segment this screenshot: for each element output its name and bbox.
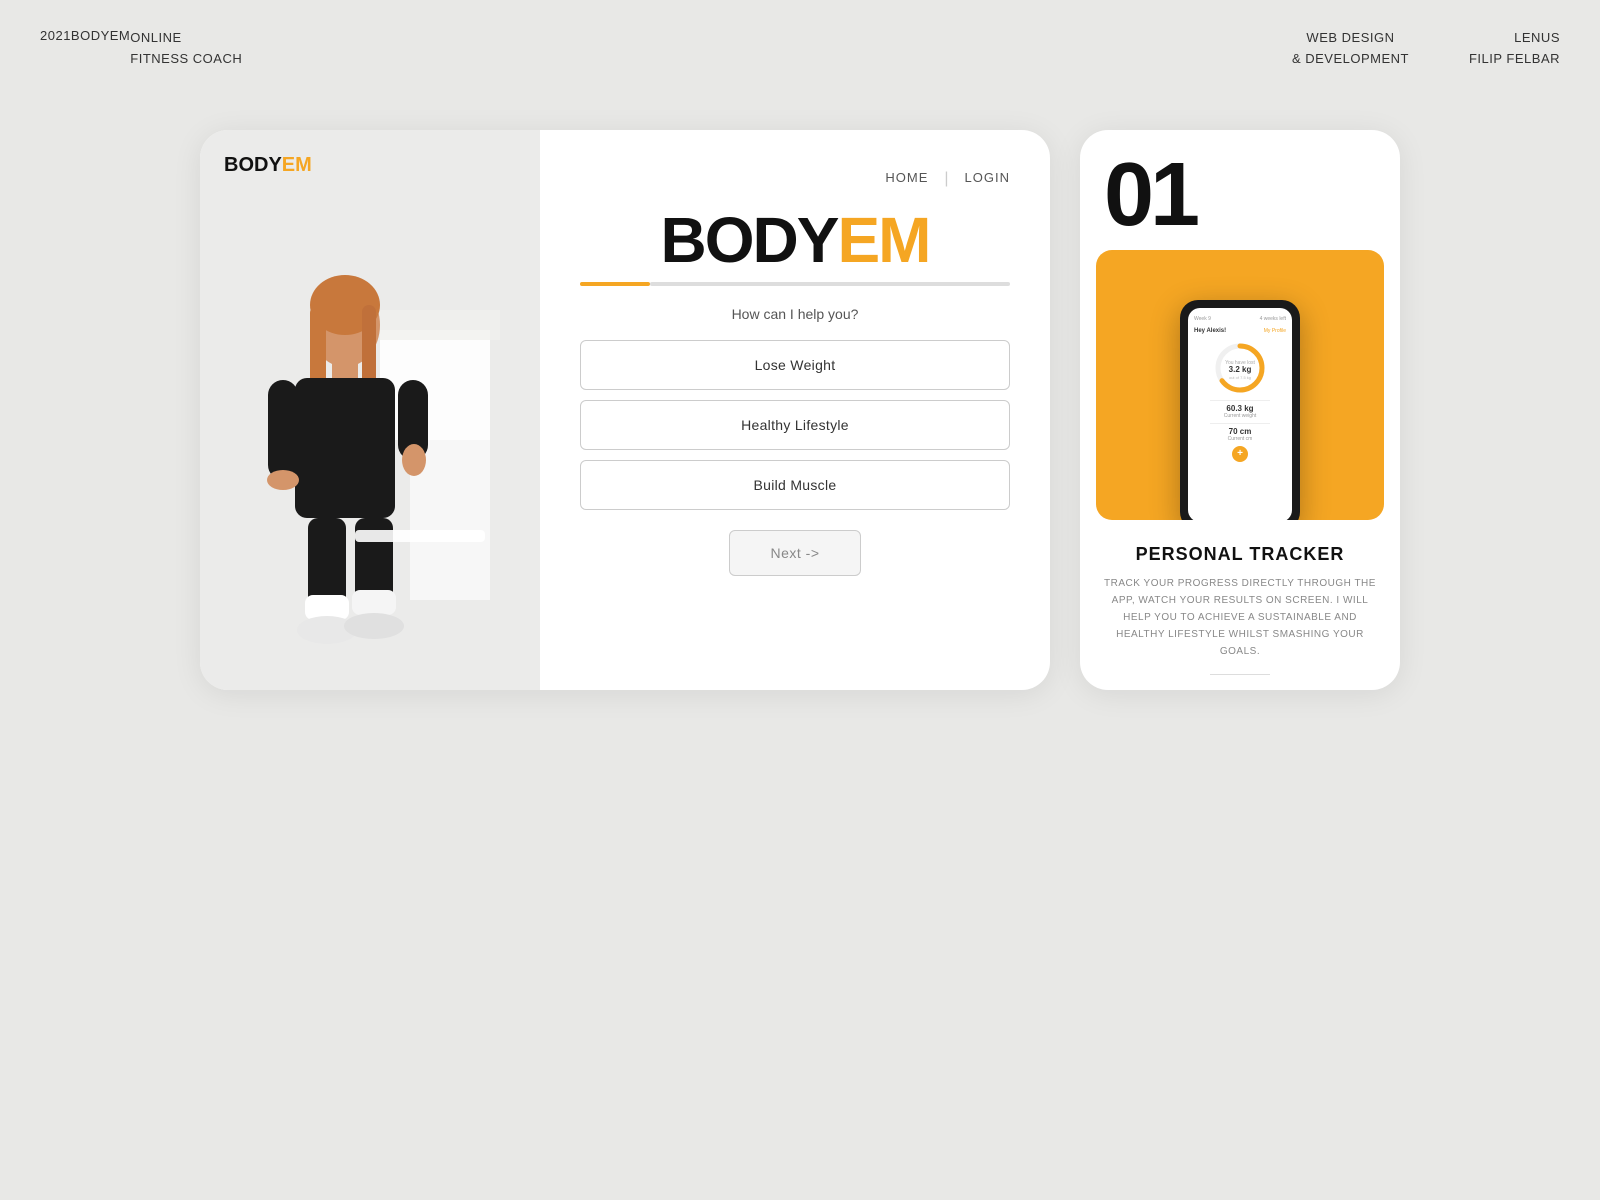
tracker-description: TRACK YOUR PROGRESS DIRECTLY THROUGH THE… (1100, 575, 1380, 660)
main-brand-logo: BODY EM (661, 208, 930, 272)
tracker-title: PERSONAL TRACKER (1100, 544, 1380, 565)
svg-text:3.2 kg: 3.2 kg (1229, 365, 1252, 374)
home-link[interactable]: HOME (885, 170, 928, 188)
phone-divider-2 (1210, 423, 1270, 424)
tracker-body: PERSONAL TRACKER TRACK YOUR PROGRESS DIR… (1080, 530, 1400, 690)
logo-underline (580, 282, 1010, 286)
nav-subtitle: ONLINE FITNESS COACH (130, 28, 242, 70)
fitness-person-image (200, 130, 540, 690)
nav-author: LENUS FILIP FELBAR (1469, 28, 1560, 70)
svg-text:out of 7.5 kg: out of 7.5 kg (1229, 375, 1251, 380)
phone-greeting: Hey Alexis! (1194, 328, 1226, 334)
option-build-muscle[interactable]: Build Muscle (580, 460, 1010, 510)
small-brand-logo: BODY EM (224, 154, 312, 177)
phone-profile-link[interactable]: My Profile (1264, 328, 1286, 336)
phone-weight-stat: 60.3 kg Current weight (1194, 404, 1286, 419)
form-question: How can I help you? (732, 306, 859, 322)
tracker-divider (1210, 674, 1270, 675)
login-link[interactable]: LOGIN (965, 170, 1010, 188)
option-healthy-lifestyle[interactable]: Healthy Lifestyle (580, 400, 1010, 450)
underline-gray (650, 282, 1010, 286)
tracker-phone-section: Week 9 4 weeks left Hey Alexis! My Profi… (1096, 250, 1384, 520)
phone-mockup: Week 9 4 weeks left Hey Alexis! My Profi… (1180, 300, 1300, 520)
nav-year: 2021 (40, 28, 71, 43)
app-mockup-card: BODY EM HOME | LOGIN BODY EM How can I (200, 130, 1050, 690)
personal-tracker-card: 01 Week 9 4 weeks left Hey Alexis! My Pr… (1080, 130, 1400, 690)
main-content: BODY EM HOME | LOGIN BODY EM How can I (0, 90, 1600, 730)
top-navigation: 2021 BODYEM ONLINE FITNESS COACH WEB DES… (0, 0, 1600, 70)
phone-screen: Week 9 4 weeks left Hey Alexis! My Profi… (1188, 308, 1292, 520)
phone-header: Week 9 4 weeks left (1194, 316, 1286, 322)
underline-orange (580, 282, 650, 286)
nav-webdesign: WEB DESIGN & DEVELOPMENT (1292, 28, 1409, 70)
phone-progress-circle: You have lost 3.2 kg out of 7.5 kg (1212, 340, 1268, 396)
tracker-number: 01 (1080, 130, 1400, 240)
phone-cm-stat: 70 cm Current cm (1194, 427, 1286, 442)
nav-brand: BODYEM (71, 28, 130, 43)
phone-divider-1 (1210, 400, 1270, 401)
phone-add-button[interactable]: + (1232, 446, 1248, 462)
form-nav: HOME | LOGIN (580, 170, 1010, 188)
phone-week: Week 9 (1194, 316, 1211, 322)
option-lose-weight[interactable]: Lose Weight (580, 340, 1010, 390)
phone-weeks-left: 4 weeks left (1260, 316, 1286, 322)
form-section: BODY EM HOME | LOGIN BODY EM How can I (540, 130, 1050, 690)
next-button[interactable]: Next -> (729, 530, 860, 576)
photo-section (200, 130, 540, 690)
